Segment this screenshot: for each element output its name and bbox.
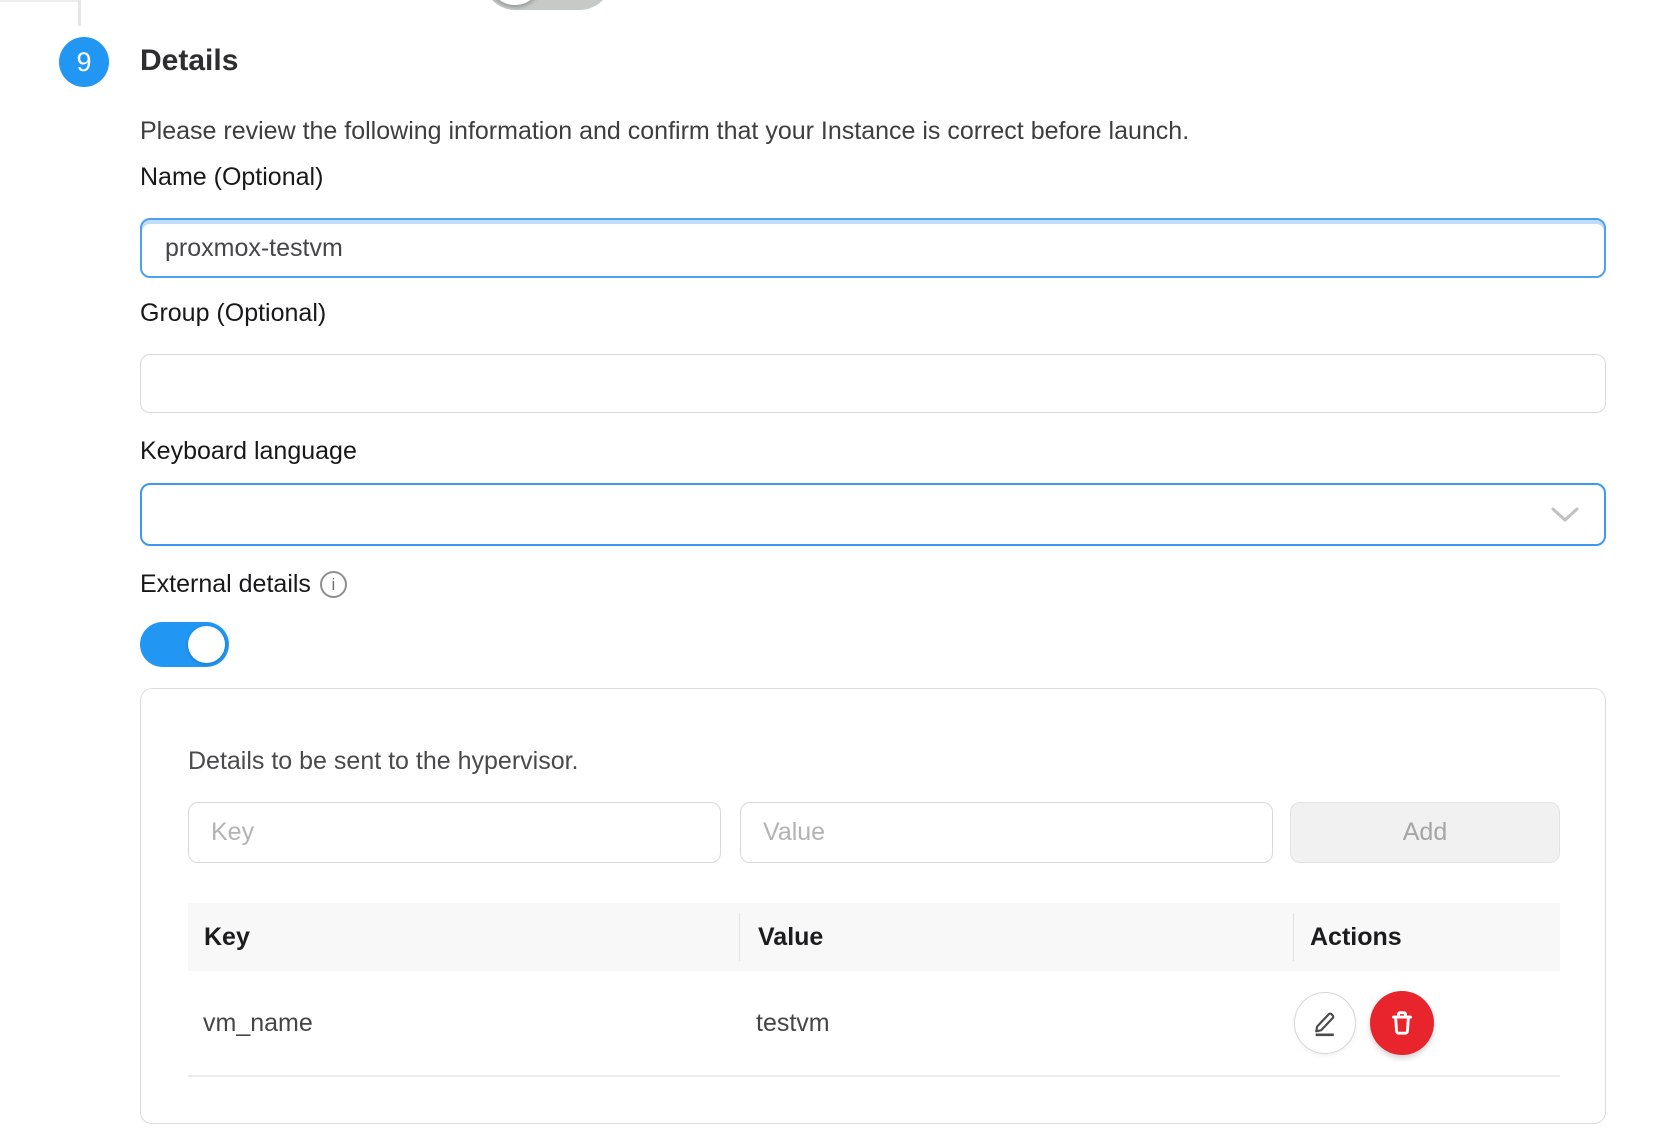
details-table-header: Key Value Actions [188,903,1560,971]
add-button[interactable]: Add [1290,802,1560,863]
key-input[interactable] [188,802,721,863]
edit-button[interactable] [1294,992,1356,1054]
external-details-toggle[interactable] [140,622,229,667]
row-value-cell: testvm [739,1009,1293,1038]
info-icon[interactable]: i [320,571,347,598]
value-input[interactable] [740,802,1273,863]
row-key-cell: vm_name [188,1009,739,1038]
row-actions-cell [1293,991,1560,1055]
toggle-knob [488,0,542,5]
instance-launch-review-page: 9 Details Please review the following in… [0,0,1662,1136]
delete-button[interactable] [1370,991,1434,1055]
card-edge-line [0,0,80,2]
pencil-icon [1309,1006,1341,1041]
review-intro-text: Please review the following information … [140,117,1189,146]
step-title: Details [140,44,238,78]
hypervisor-details-panel: Details to be sent to the hypervisor. Ad… [140,688,1606,1124]
previous-step-toggle[interactable] [483,0,612,10]
hypervisor-description: Details to be sent to the hypervisor. [188,747,579,776]
column-divider [1293,913,1294,961]
name-field-label: Name (Optional) [140,163,323,192]
toggle-knob [188,626,225,663]
header-actions: Actions [1293,923,1560,952]
keyboard-language-select[interactable] [140,483,1606,546]
external-details-label: External details [140,570,311,599]
name-input[interactable] [140,218,1606,278]
external-details-label-row: External details i [140,570,347,599]
group-field-label: Group (Optional) [140,299,326,328]
step-number-badge: 9 [59,37,109,87]
trash-icon [1386,1006,1418,1041]
row-divider [188,1075,1560,1077]
keyboard-language-label: Keyboard language [140,437,357,466]
column-divider [739,913,740,961]
stepper-connector-line [78,0,81,26]
header-value: Value [739,923,1293,952]
group-input[interactable] [140,354,1606,413]
chevron-down-icon [1550,506,1580,529]
table-row: vm_name testvm [188,971,1560,1075]
header-key: Key [188,923,739,952]
